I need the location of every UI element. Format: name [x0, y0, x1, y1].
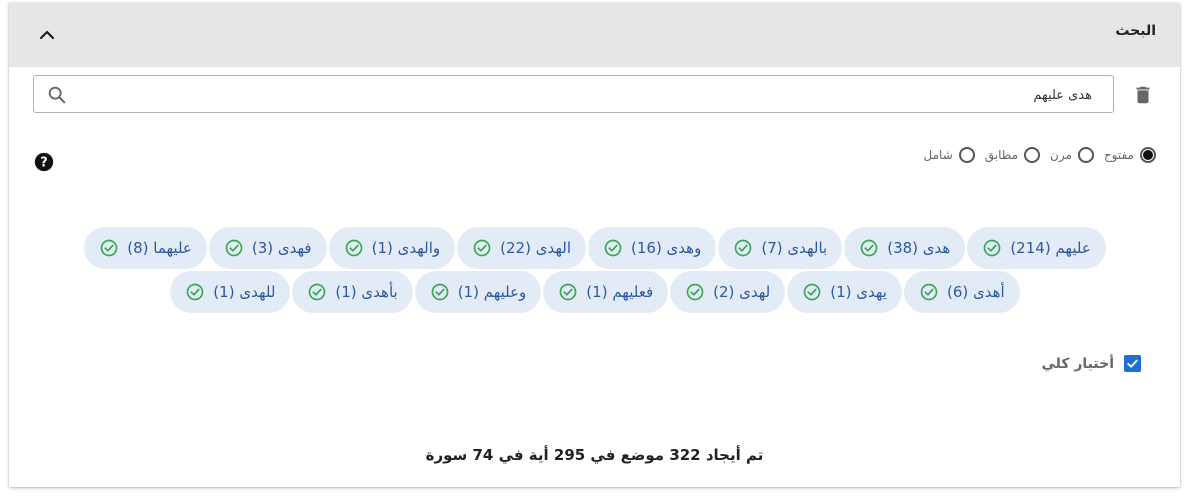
chip-label: بأهدى (1)	[335, 283, 398, 301]
radio-checked-icon[interactable]	[1140, 147, 1156, 163]
radio-unchecked-icon[interactable]	[1024, 147, 1041, 163]
check-circle-icon	[733, 238, 753, 258]
check-circle-icon	[472, 238, 492, 258]
chip-label: هدى (38)	[887, 239, 951, 257]
check-circle-icon	[859, 238, 879, 258]
radio-label: شامل	[923, 148, 953, 162]
check-circle-icon	[603, 238, 623, 258]
chip-label: فهدى (3)	[251, 239, 312, 257]
radio-option[interactable]: شامل	[924, 147, 975, 163]
radio-label: مرن	[1050, 148, 1072, 162]
delete-icon[interactable]	[1132, 84, 1154, 106]
result-chips: عليهم (214) هدى (38) بالهدى (7) وهدى (16) ال…	[69, 227, 1121, 315]
word-chip[interactable]: عليهما (8)	[84, 227, 207, 269]
check-circle-icon	[919, 282, 939, 302]
radio-option[interactable]: مفتوح	[1104, 147, 1156, 163]
check-circle-icon	[99, 238, 119, 258]
select-all-checkbox[interactable]	[1124, 355, 1141, 372]
check-circle-icon	[558, 282, 578, 302]
chevron-up-icon[interactable]	[35, 23, 59, 47]
results-summary: تم أيجاد 322 موضع في 295 أية في 74 سورة	[425, 446, 764, 464]
check-circle-icon	[185, 282, 205, 302]
radio-label: مطابق	[984, 148, 1019, 162]
radio-label: مفتوح	[1103, 148, 1134, 162]
search-box[interactable]	[33, 75, 1114, 113]
check-circle-icon	[344, 238, 364, 258]
search-input[interactable]	[80, 80, 1094, 110]
word-chip[interactable]: هدى (38)	[844, 227, 966, 269]
chip-label: الهدى (22)	[500, 239, 571, 257]
word-chip[interactable]: فعليهم (1)	[543, 271, 669, 313]
chip-label: أهدى (6)	[946, 283, 1005, 301]
panel-header[interactable]: البحث	[9, 3, 1180, 67]
chip-label: يهدى (1)	[830, 283, 887, 301]
check-circle-icon	[685, 282, 705, 302]
chip-label: وعليهم (1)	[457, 283, 527, 301]
help-icon[interactable]: ?	[33, 151, 55, 173]
word-chip[interactable]: لهدى (2)	[670, 271, 786, 313]
chip-label: فعليهم (1)	[586, 283, 654, 301]
word-chip[interactable]: عليهم (214)	[967, 227, 1106, 269]
radio-unchecked-icon[interactable]	[958, 147, 975, 163]
chip-label: لهدى (2)	[713, 283, 771, 301]
select-all[interactable]: أختيار كلي	[1041, 355, 1141, 372]
word-chip[interactable]: وعليهم (1)	[414, 271, 542, 313]
word-chip[interactable]: يهدى (1)	[787, 271, 902, 313]
select-all-label: أختيار كلي	[1041, 355, 1114, 372]
radio-option[interactable]: مطابق	[984, 147, 1041, 163]
word-chip[interactable]: فهدى (3)	[208, 227, 327, 269]
chip-label: وهدى (16)	[630, 239, 702, 257]
check-circle-icon	[307, 282, 327, 302]
chip-label: عليهم (214)	[1010, 239, 1091, 257]
search-icon[interactable]	[46, 84, 68, 106]
search-mode-radio-group: مفتوح مرن مطابق شامل	[914, 147, 1156, 163]
chip-row: عليهم (214) هدى (38) بالهدى (7) وهدى (16) ال…	[69, 227, 1121, 269]
word-chip[interactable]: للهدى (1)	[170, 271, 291, 313]
check-circle-icon	[802, 282, 822, 302]
check-circle-icon	[224, 238, 244, 258]
panel-title: البحث	[1115, 23, 1156, 39]
word-chip[interactable]: وهدى (16)	[587, 227, 717, 269]
check-circle-icon	[982, 238, 1002, 258]
search-mode-row: مفتوح مرن مطابق شامل ?	[9, 147, 1180, 177]
word-chip[interactable]: بالهدى (7)	[718, 227, 843, 269]
chip-label: للهدى (1)	[213, 283, 276, 301]
chip-row: أهدى (6) يهدى (1) لهدى (2) فعليهم (1) وعليهم…	[69, 271, 1121, 313]
search-row	[9, 75, 1180, 117]
chip-label: بالهدى (7)	[761, 239, 828, 257]
radio-option[interactable]: مرن	[1050, 147, 1094, 163]
chip-label: والهدى (1)	[371, 239, 441, 257]
search-panel: البحث مفتوح مرن مطابق شامل ? عليهم (214) هدى…	[9, 3, 1180, 487]
word-chip[interactable]: بأهدى (1)	[292, 271, 413, 313]
word-chip[interactable]: والهدى (1)	[328, 227, 456, 269]
word-chip[interactable]: أهدى (6)	[903, 271, 1020, 313]
word-chip[interactable]: الهدى (22)	[457, 227, 586, 269]
radio-unchecked-icon[interactable]	[1077, 147, 1094, 163]
check-circle-icon	[430, 282, 450, 302]
svg-text:?: ?	[40, 156, 47, 171]
chip-label: عليهما (8)	[127, 239, 192, 257]
